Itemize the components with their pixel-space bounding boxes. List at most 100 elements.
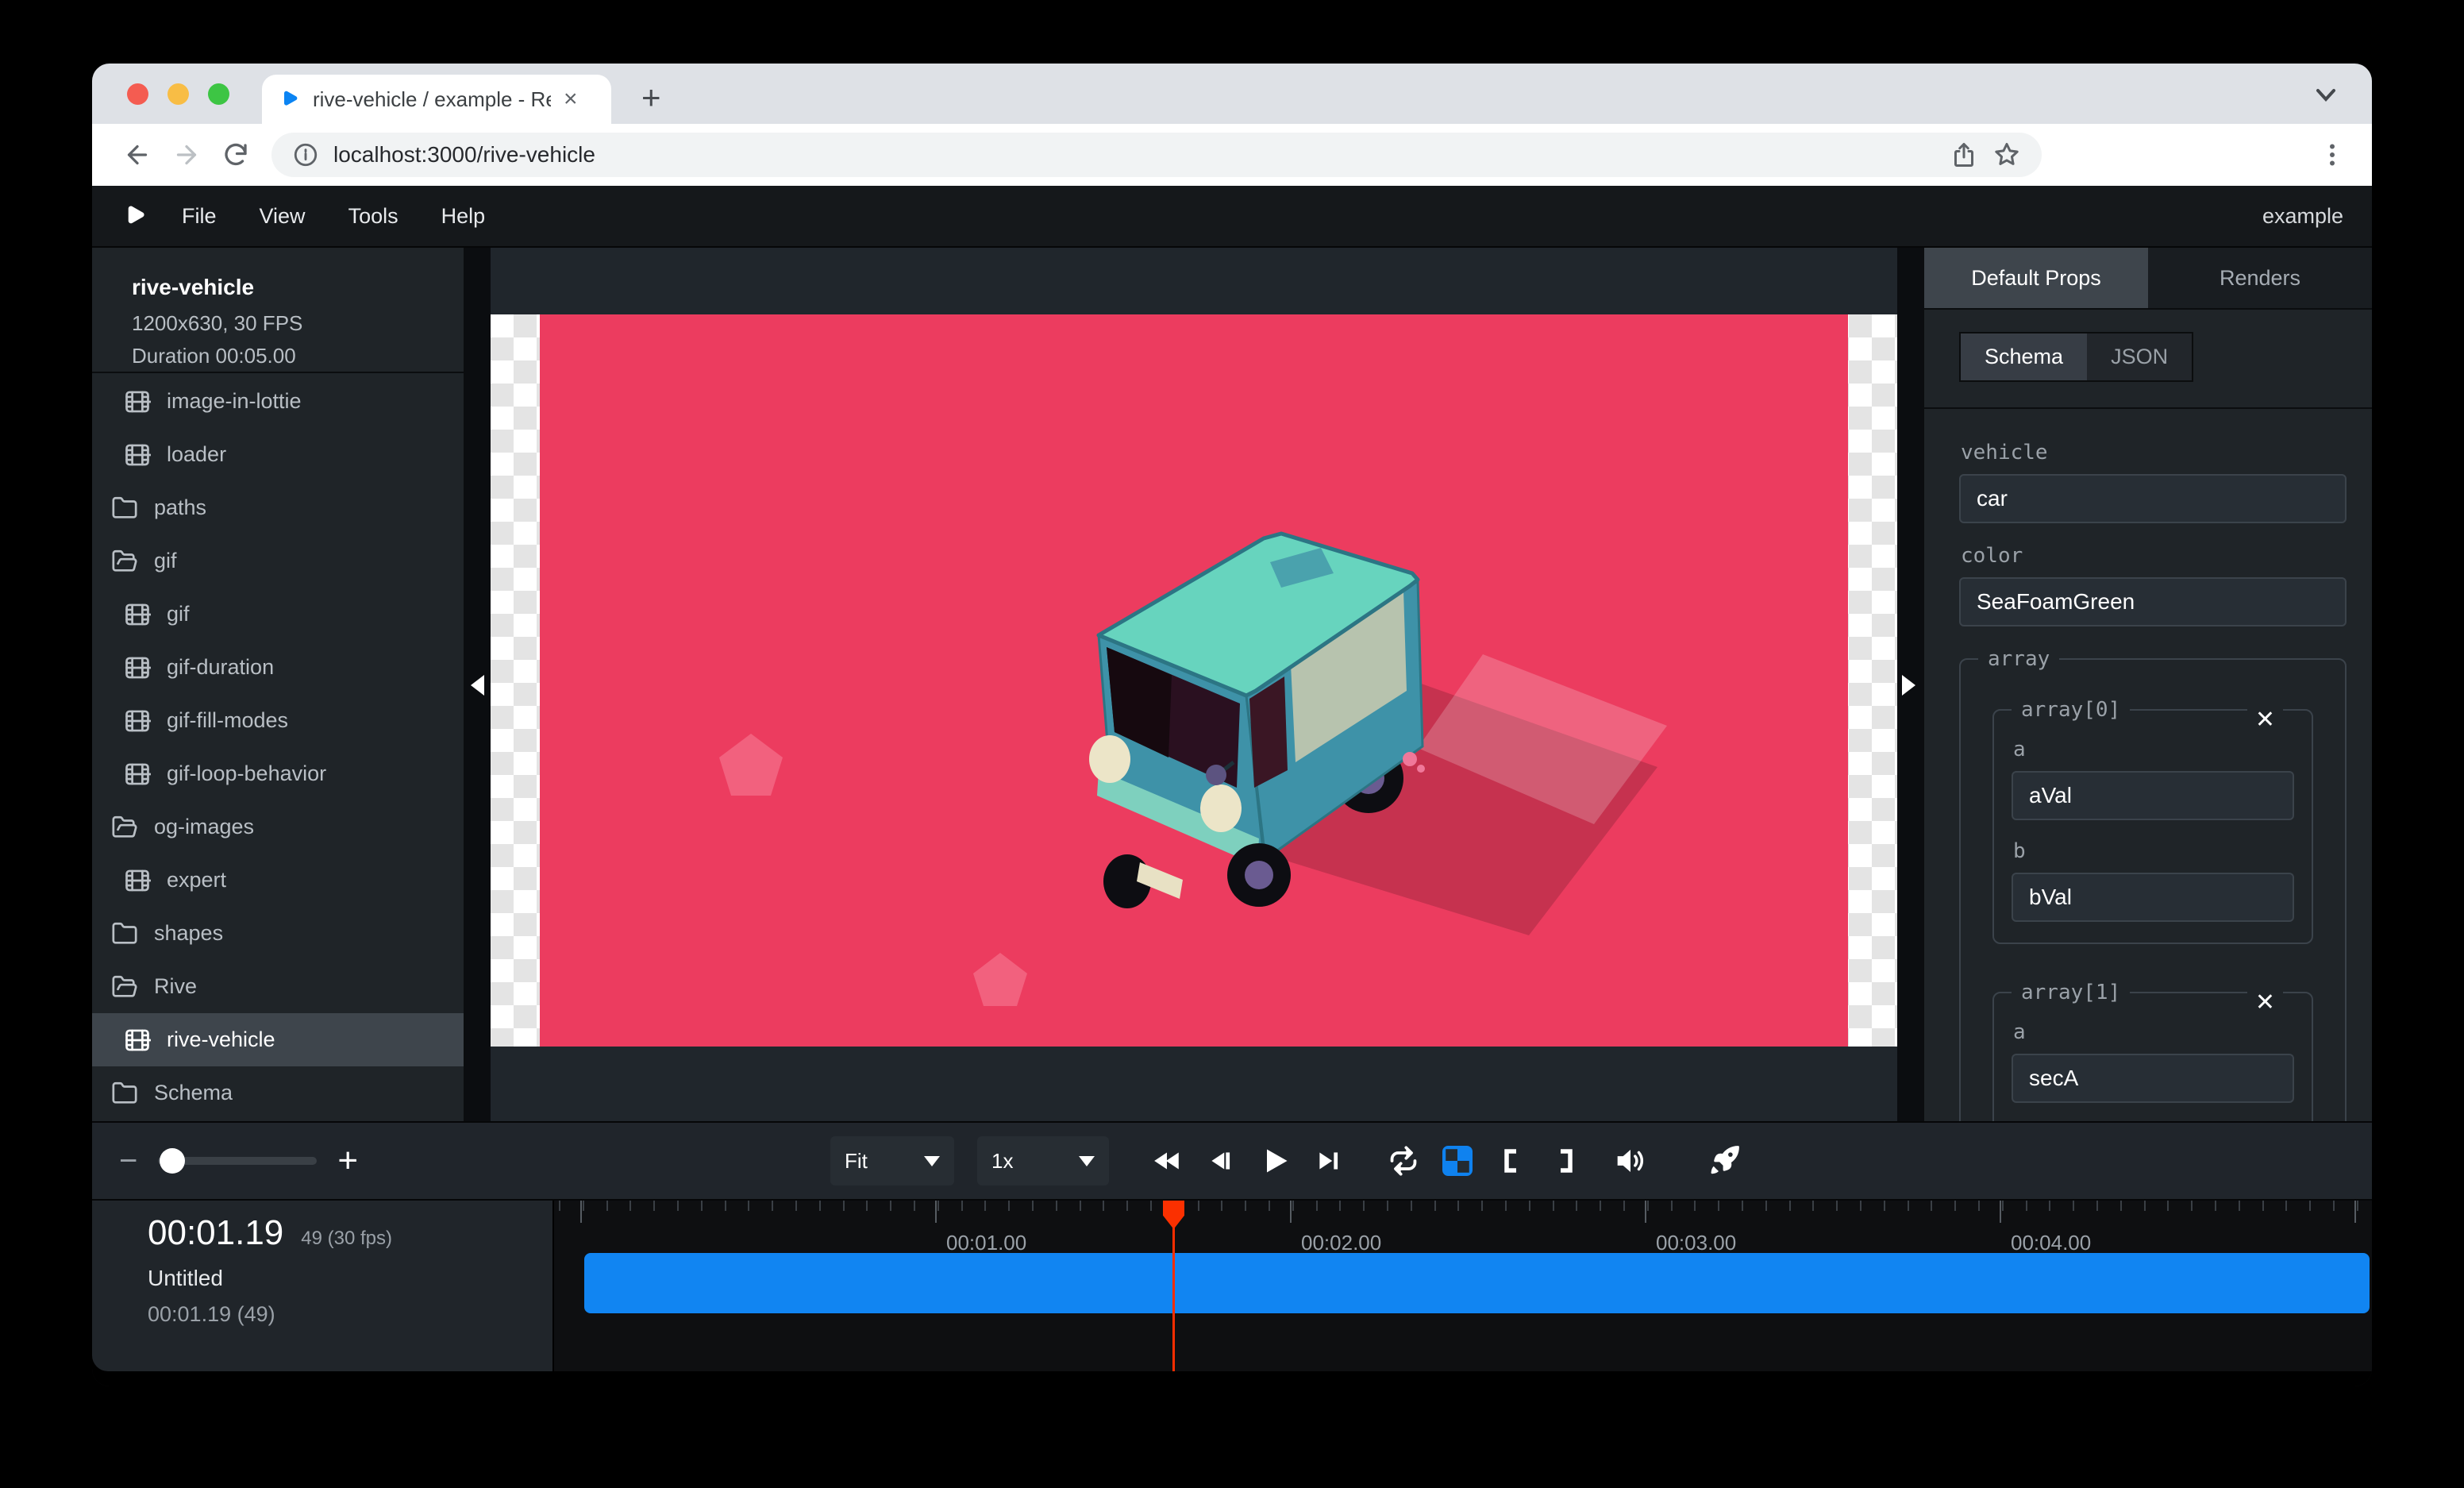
timeline-track[interactable]: 00:01.00 00:02.00 00:03.00 00:04.00 [554,1201,2372,1371]
url-field[interactable]: localhost:3000/rive-vehicle [271,133,2042,177]
ruler-tick [843,1201,845,1211]
vehicle-input[interactable] [1959,474,2347,523]
tab-renders[interactable]: Renders [2148,248,2372,308]
ruler-tick [1481,1201,1483,1211]
ruler-tick [1600,1201,1601,1211]
color-input[interactable] [1959,577,2347,626]
zoom-slider[interactable] [158,1157,317,1165]
ruler-label: 00:04.00 [2011,1231,2091,1255]
tab-default-props[interactable]: Default Props [1924,248,2148,308]
url-text[interactable]: localhost:3000/rive-vehicle [333,142,1935,168]
sidebar-item-paths[interactable]: paths [92,481,464,534]
ruler-tick [795,1201,797,1211]
array-item-0-remove-icon[interactable]: ✕ [2247,706,2283,734]
ruler-tick [1008,1201,1010,1211]
timeline-clip[interactable] [584,1253,2370,1313]
ruler-tick [2215,1201,2216,1211]
play-icon[interactable] [1256,1142,1294,1180]
sidebar-item-shapes[interactable]: shapes [92,907,464,960]
array-1-a-input[interactable] [2012,1054,2294,1103]
close-window-button[interactable] [127,83,148,105]
rocket-icon[interactable] [1705,1142,1743,1180]
sidebar-item-gif[interactable]: gif [92,534,464,588]
array-0-b-input[interactable] [2012,873,2294,922]
ruler-label: 00:01.00 [946,1231,1026,1255]
maximize-window-button[interactable] [208,83,229,105]
speed-select[interactable]: 1x [977,1136,1109,1185]
array-item-1-remove-icon[interactable]: ✕ [2247,989,2283,1017]
sidebar-item-expert[interactable]: expert [92,854,464,907]
forward-icon[interactable] [162,141,211,169]
menu-file[interactable]: File [160,204,238,229]
array-fieldset: array array[0] ✕ a b array[1] ✕ a [1959,647,2347,1121]
ruler-tick [2357,1201,2358,1211]
transparency-checkerboard-icon[interactable] [1438,1142,1476,1180]
out-point-icon[interactable] [1546,1142,1584,1180]
collapse-right-icon[interactable] [1902,675,1915,696]
loop-icon[interactable] [1384,1142,1423,1180]
ruler-tick [748,1201,749,1211]
menu-help[interactable]: Help [420,204,507,229]
sidebar-item-gif-duration[interactable]: gif-duration [92,641,464,694]
composition-duration: Duration 00:05.00 [132,344,464,368]
menu-view[interactable]: View [238,204,327,229]
film-icon [124,1027,151,1054]
sidebar-item-loader[interactable]: loader [92,428,464,481]
tab-search-chevron-icon[interactable] [2312,86,2340,105]
ruler-tick [606,1201,608,1211]
bookmark-star-icon[interactable] [1992,141,2021,169]
mode-json[interactable]: JSON [2087,333,2192,380]
sidebar-collapse-gutter[interactable] [465,248,491,1121]
rewind-icon[interactable] [1148,1142,1186,1180]
zoom-out-button[interactable]: − [119,1143,137,1179]
ruler-tick [1032,1201,1034,1211]
sidebar-item-og-images[interactable]: og-images [92,800,464,854]
fit-select[interactable]: Fit [830,1136,954,1185]
reload-icon[interactable] [211,141,260,169]
composition-canvas[interactable] [491,314,1897,1047]
van-illustration [540,314,1848,1047]
remotion-logo-icon[interactable] [121,202,148,229]
in-point-icon[interactable] [1492,1142,1530,1180]
folder-icon [111,495,138,522]
menu-tools[interactable]: Tools [327,204,420,229]
vehicle-label: vehicle [1961,441,2347,465]
ruler-tick [2073,1201,2074,1211]
ruler-tick [1742,1201,1743,1211]
sidebar-item-gif-loop-behavior[interactable]: gif-loop-behavior [92,747,464,800]
next-frame-icon[interactable] [1310,1142,1348,1180]
mode-schema[interactable]: Schema [1961,333,2087,380]
tab-close-icon[interactable]: × [564,87,578,111]
ruler-label: 00:02.00 [1301,1231,1381,1255]
sidebar-item-rive-vehicle[interactable]: rive-vehicle [92,1013,464,1066]
zoom-slider-knob[interactable] [160,1148,185,1174]
volume-icon[interactable] [1611,1142,1650,1180]
ruler-tick [629,1201,631,1211]
zoom-in-button[interactable]: + [337,1141,358,1181]
share-icon[interactable] [1950,141,1978,169]
fit-value: Fit [845,1149,868,1174]
browser-menu-icon[interactable] [2318,141,2347,169]
sidebar-item-Rive[interactable]: Rive [92,960,464,1013]
window-controls[interactable] [127,83,229,105]
back-icon[interactable] [113,141,162,169]
sidebar-item-Schema[interactable]: Schema [92,1066,464,1120]
ruler-tick [1978,1201,1980,1211]
site-info-icon[interactable] [292,141,319,168]
ruler-tick [2239,1201,2240,1211]
sidebar-item-gif-fill-modes[interactable]: gif-fill-modes [92,694,464,747]
previous-frame-icon[interactable] [1202,1142,1240,1180]
new-tab-button[interactable]: + [641,81,661,114]
array-0-a-input[interactable] [2012,771,2294,820]
composition-tree: image-in-lottieloaderpathsgifgifgif-dura… [92,373,464,1120]
sidebar-item-image-in-lottie[interactable]: image-in-lottie [92,375,464,428]
panel-collapse-gutter[interactable] [1897,248,1923,1121]
sidebar-item-gif[interactable]: gif [92,588,464,641]
ruler-tick [583,1201,584,1211]
minimize-window-button[interactable] [167,83,189,105]
collapse-left-icon[interactable] [471,675,484,696]
browser-tab[interactable]: rive-vehicle / example - Remoti × [262,75,611,124]
speed-value: 1x [991,1149,1013,1174]
ruler-tick [1056,1201,1057,1211]
ruler-tick [1126,1201,1128,1211]
